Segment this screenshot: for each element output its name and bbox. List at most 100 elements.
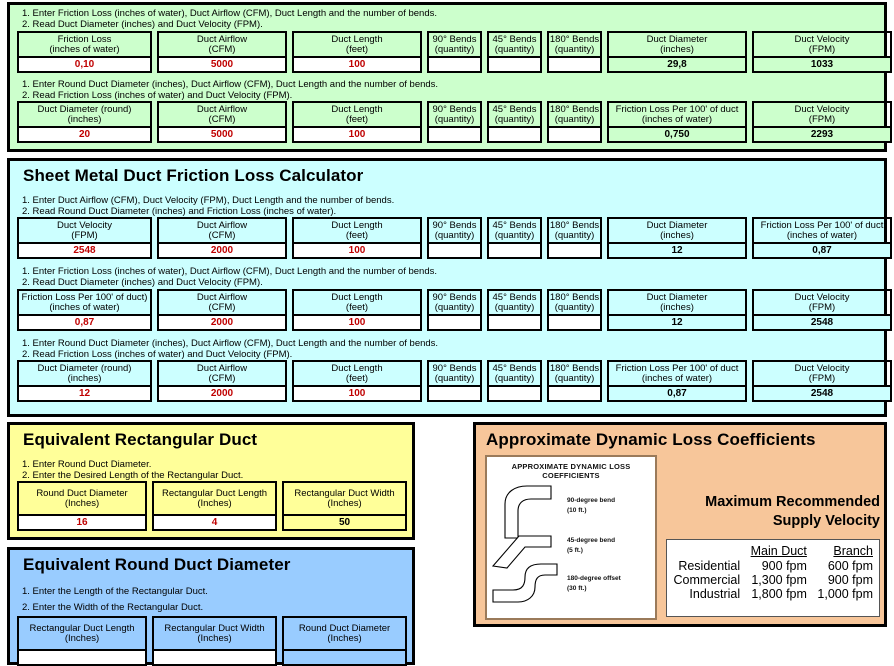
field-45-bends[interactable]: 45° Bends (quantity) <box>487 31 542 73</box>
field-45-bends[interactable]: 45° Bends (quantity) <box>487 289 542 331</box>
field-value[interactable]: 0,87 <box>19 314 150 329</box>
field-value[interactable] <box>429 314 480 329</box>
field-duct-velocity[interactable]: Duct Velocity (FPM) 2548 <box>752 289 892 331</box>
field-value[interactable]: 12 <box>609 314 745 329</box>
field-value[interactable]: 2548 <box>754 385 890 400</box>
field-90-bends[interactable]: 90° Bends (quantity) <box>427 101 482 143</box>
field-value[interactable] <box>489 242 540 257</box>
field-duct-length[interactable]: Duct Length (feet) 100 <box>292 101 422 143</box>
field-value[interactable] <box>489 314 540 329</box>
field-value[interactable]: 0,87 <box>609 385 745 400</box>
field-180-bends[interactable]: 180° Bends (quantity) <box>547 289 602 331</box>
field-duct-airflow[interactable]: Duct Airflow (CFM) 5000 <box>157 101 287 143</box>
field-value[interactable] <box>429 242 480 257</box>
max-recommended-heading: Maximum Recommended Supply Velocity <box>666 493 880 531</box>
field-value[interactable] <box>429 56 480 71</box>
field-rectangular-duct-width[interactable]: Rectangular Duct Width (Inches) 50 <box>282 481 407 531</box>
field-value[interactable] <box>489 385 540 400</box>
field-value[interactable]: 0,750 <box>609 126 745 141</box>
field-value[interactable]: 2548 <box>754 314 890 329</box>
field-rectangular-duct-length[interactable]: Rectangular Duct Length (Inches) <box>17 616 147 666</box>
field-label: Duct Diameter (round) (inches) <box>19 362 150 385</box>
field-value[interactable]: 0,10 <box>19 56 150 71</box>
field-value[interactable]: 12 <box>19 385 150 400</box>
field-rectangular-duct-length[interactable]: Rectangular Duct Length (Inches) 4 <box>152 481 277 531</box>
field-value[interactable] <box>549 126 600 141</box>
field-friction-loss-per-100-of-duct[interactable]: Friction Loss Per 100' of duct) (inches o… <box>17 289 152 331</box>
field-90-bends[interactable]: 90° Bends (quantity) <box>427 31 482 73</box>
field-label: Duct Velocity (FPM) <box>19 219 150 242</box>
field-180-bends[interactable]: 180° Bends (quantity) <box>547 31 602 73</box>
field-value[interactable]: 12 <box>609 242 745 257</box>
field-duct-velocity[interactable]: Duct Velocity (FPM) 1033 <box>752 31 892 73</box>
field-label-line2: (quantity) <box>434 373 475 384</box>
field-45-bends[interactable]: 45° Bends (quantity) <box>487 360 542 402</box>
field-value[interactable]: 16 <box>19 514 145 529</box>
field-90-bends[interactable]: 90° Bends (quantity) <box>427 217 482 259</box>
field-180-bends[interactable]: 180° Bends (quantity) <box>547 360 602 402</box>
field-friction-loss[interactable]: Friction Loss (inches of water) 0,10 <box>17 31 152 73</box>
field-value[interactable]: 100 <box>294 314 420 329</box>
field-duct-length[interactable]: Duct Length (feet) 100 <box>292 360 422 402</box>
field-value[interactable] <box>489 56 540 71</box>
field-value[interactable] <box>429 126 480 141</box>
field-label: Duct Velocity (FPM) <box>754 33 890 56</box>
field-value[interactable]: 4 <box>154 514 275 529</box>
field-round-duct-diameter[interactable]: Round Duct Diameter (Inches) 16 <box>17 481 147 531</box>
field-value[interactable] <box>489 126 540 141</box>
field-duct-velocity[interactable]: Duct Velocity (FPM) 2548 <box>752 360 892 402</box>
field-duct-length[interactable]: Duct Length (feet) 100 <box>292 289 422 331</box>
field-45-bends[interactable]: 45° Bends (quantity) <box>487 217 542 259</box>
field-value[interactable]: 5000 <box>159 56 285 71</box>
field-value[interactable]: 5000 <box>159 126 285 141</box>
field-180-bends[interactable]: 180° Bends (quantity) <box>547 101 602 143</box>
field-value[interactable] <box>429 385 480 400</box>
field-value[interactable] <box>549 314 600 329</box>
field-value[interactable]: 2548 <box>19 242 150 257</box>
field-duct-length[interactable]: Duct Length (feet) 100 <box>292 217 422 259</box>
field-value[interactable]: 100 <box>294 242 420 257</box>
field-duct-diameter-round[interactable]: Duct Diameter (round) (inches) 20 <box>17 101 152 143</box>
field-duct-velocity[interactable]: Duct Velocity (FPM) 2548 <box>17 217 152 259</box>
field-value[interactable] <box>549 56 600 71</box>
field-duct-diameter[interactable]: Duct Diameter (inches) 12 <box>607 289 747 331</box>
field-label-line2: (inches of water) <box>641 114 713 125</box>
field-90-bends[interactable]: 90° Bends (quantity) <box>427 360 482 402</box>
field-friction-loss-per-100-of-duct[interactable]: Friction Loss Per 100' of duct (inches of… <box>607 101 747 143</box>
field-180-bends[interactable]: 180° Bends (quantity) <box>547 217 602 259</box>
field-value[interactable] <box>154 649 275 664</box>
field-duct-airflow[interactable]: Duct Airflow (CFM) 5000 <box>157 31 287 73</box>
field-value[interactable]: 29,8 <box>609 56 745 71</box>
field-value[interactable]: 100 <box>294 126 420 141</box>
field-value[interactable]: 2000 <box>159 314 285 329</box>
field-value[interactable]: 2000 <box>159 242 285 257</box>
field-duct-diameter[interactable]: Duct Diameter (inches) 12 <box>607 217 747 259</box>
field-value[interactable]: 2000 <box>159 385 285 400</box>
field-value[interactable]: 100 <box>294 56 420 71</box>
field-label: 90° Bends (quantity) <box>429 103 480 126</box>
field-duct-velocity[interactable]: Duct Velocity (FPM) 2293 <box>752 101 892 143</box>
field-duct-diameter-round[interactable]: Duct Diameter (round) (inches) 12 <box>17 360 152 402</box>
field-rectangular-duct-width[interactable]: Rectangular Duct Width (Inches) <box>152 616 277 666</box>
field-duct-airflow[interactable]: Duct Airflow (CFM) 2000 <box>157 217 287 259</box>
field-value[interactable]: 20 <box>19 126 150 141</box>
field-round-duct-diameter[interactable]: Round Duct Diameter (Inches) <box>282 616 407 666</box>
field-value[interactable] <box>549 385 600 400</box>
bend-90-shape <box>504 485 552 539</box>
field-value[interactable]: 1033 <box>754 56 890 71</box>
field-duct-length[interactable]: Duct Length (feet) 100 <box>292 31 422 73</box>
field-friction-loss-per-100-of-duct[interactable]: Friction Loss Per 100' of duct (inches of… <box>607 360 747 402</box>
field-value[interactable]: 2293 <box>754 126 890 141</box>
field-90-bends[interactable]: 90° Bends (quantity) <box>427 289 482 331</box>
field-duct-airflow[interactable]: Duct Airflow (CFM) 2000 <box>157 360 287 402</box>
field-value[interactable]: 100 <box>294 385 420 400</box>
field-friction-loss-per-100-of-duct[interactable]: Friction Loss Per 100' of duct (inches of… <box>752 217 892 259</box>
field-value[interactable]: 0,87 <box>754 242 890 257</box>
field-duct-airflow[interactable]: Duct Airflow (CFM) 2000 <box>157 289 287 331</box>
field-duct-diameter[interactable]: Duct Diameter (inches) 29,8 <box>607 31 747 73</box>
field-45-bends[interactable]: 45° Bends (quantity) <box>487 101 542 143</box>
field-value[interactable]: 50 <box>284 514 405 529</box>
field-value[interactable] <box>549 242 600 257</box>
field-value[interactable] <box>19 649 145 664</box>
field-value[interactable] <box>284 649 405 664</box>
